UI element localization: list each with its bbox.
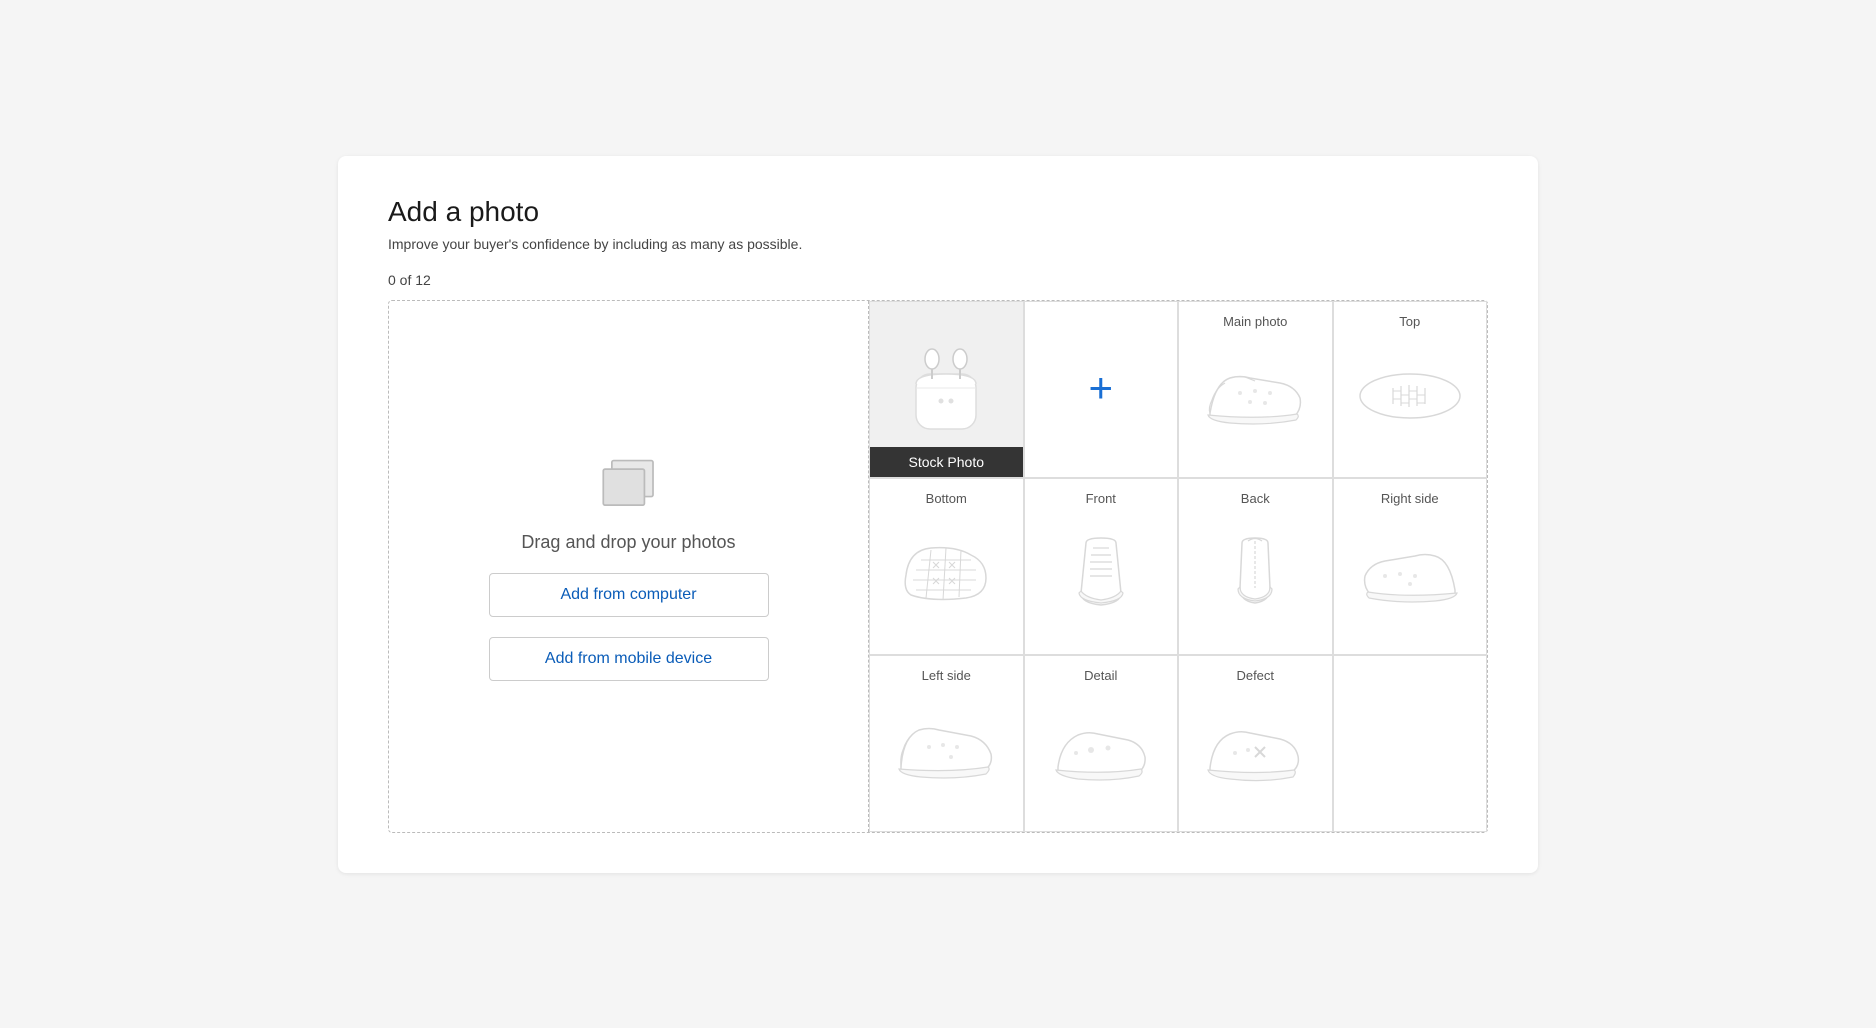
back-label: Back (1189, 491, 1322, 506)
page-container: Add a photo Improve your buyer's confide… (338, 156, 1538, 873)
stock-photo-inner: Stock Photo (870, 302, 1023, 477)
page-subtitle: Improve your buyer's confidence by inclu… (388, 236, 1488, 252)
detail-image (1046, 689, 1156, 811)
photo-grid: Stock Photo + Main photo (869, 301, 1487, 832)
page-title: Add a photo (388, 196, 1488, 228)
left-side-image (891, 689, 1001, 811)
drop-zone[interactable]: Drag and drop your photos Add from compu… (389, 301, 869, 832)
right-side-cell[interactable]: Right side (1333, 478, 1488, 655)
main-photo-image (1200, 335, 1310, 457)
main-photo-label: Main photo (1189, 314, 1322, 329)
detail-cell[interactable]: Detail (1024, 655, 1179, 832)
main-area: Drag and drop your photos Add from compu… (388, 300, 1488, 833)
stock-photo-label: Stock Photo (870, 447, 1023, 477)
front-cell[interactable]: Front (1024, 478, 1179, 655)
bottom-label: Bottom (880, 491, 1013, 506)
detail-label: Detail (1035, 668, 1168, 683)
top-label: Top (1344, 314, 1477, 329)
defect-label: Defect (1189, 668, 1322, 683)
main-photo-cell[interactable]: Main photo (1178, 301, 1333, 478)
extra-empty-cell[interactable] (1333, 655, 1488, 832)
drop-text: Drag and drop your photos (521, 532, 735, 553)
front-image (1066, 512, 1136, 634)
top-image (1355, 335, 1465, 457)
stock-photo-cell[interactable]: Stock Photo (869, 301, 1024, 478)
left-side-label: Left side (880, 668, 1013, 683)
left-side-cell[interactable]: Left side (869, 655, 1024, 832)
defect-cell[interactable]: Defect (1178, 655, 1333, 832)
add-from-mobile-button[interactable]: Add from mobile device (489, 637, 769, 681)
add-from-computer-button[interactable]: Add from computer (489, 573, 769, 617)
bottom-cell[interactable]: Bottom (869, 478, 1024, 655)
top-cell[interactable]: Top (1333, 301, 1488, 478)
add-more-cell[interactable]: + (1024, 301, 1179, 478)
back-image (1220, 512, 1290, 634)
defect-image (1200, 689, 1310, 811)
plus-icon: + (1088, 364, 1113, 412)
photo-count: 0 of 12 (388, 272, 1488, 288)
back-cell[interactable]: Back (1178, 478, 1333, 655)
drop-icon (594, 452, 664, 512)
bottom-image (891, 512, 1001, 634)
airpods-image (886, 329, 1006, 449)
front-label: Front (1035, 491, 1168, 506)
right-side-image (1355, 512, 1465, 634)
right-side-label: Right side (1344, 491, 1477, 506)
